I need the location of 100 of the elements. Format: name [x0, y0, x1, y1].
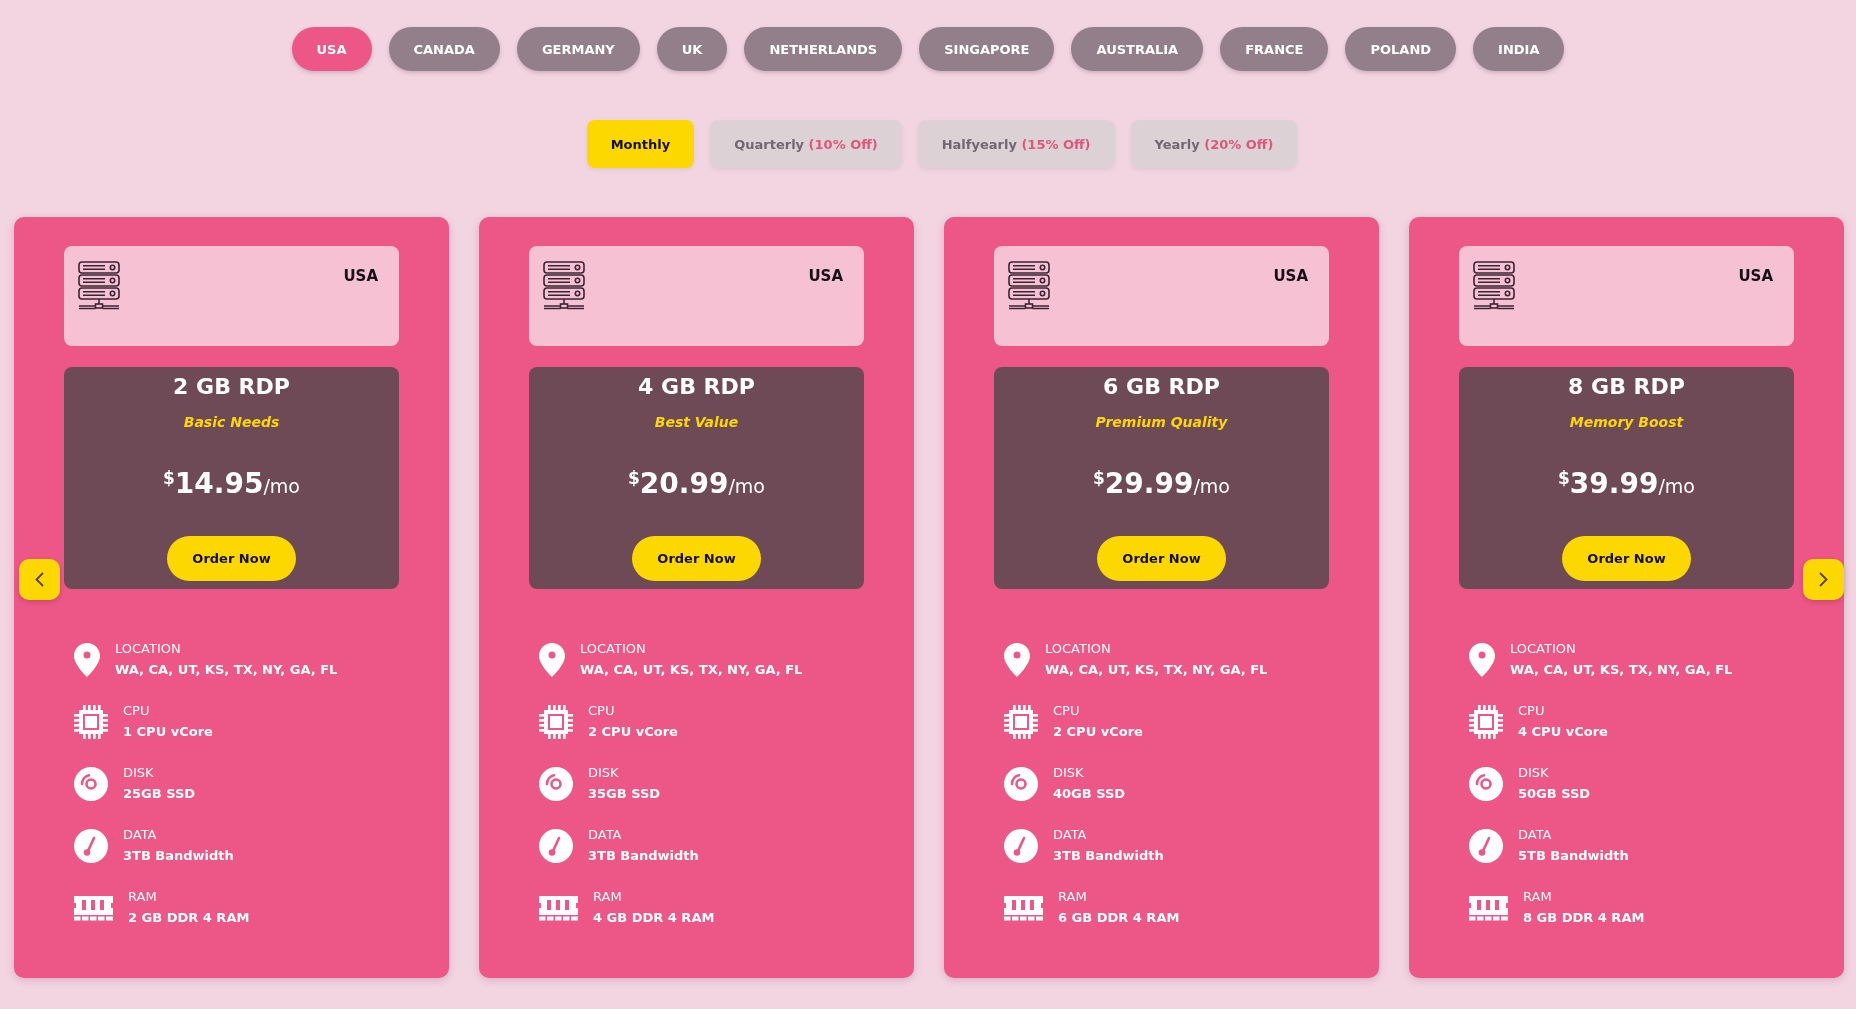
server-rack-icon — [1008, 261, 1050, 311]
spec-value: 35GB SSD — [588, 785, 661, 803]
spec-label: LOCATION — [115, 640, 182, 658]
plan-name: 8 GB RDP — [1568, 373, 1685, 401]
spec-label: DATA — [588, 826, 623, 844]
billing-period-tab[interactable]: Yearly (20% Off) — [1130, 120, 1298, 168]
spec-label: RAM — [593, 888, 623, 906]
spec-value: 40GB SSD — [1053, 785, 1126, 803]
country-tab[interactable]: FRANCE — [1220, 27, 1329, 71]
spec-value: 2 GB DDR 4 RAM — [128, 909, 250, 927]
plan-country: USA — [343, 267, 378, 285]
order-now-button[interactable]: Order Now — [167, 536, 296, 581]
spec-value: WA, CA, UT, KS, TX, NY, GA, FL — [580, 661, 803, 679]
cpu-chip-icon — [1004, 704, 1038, 739]
plan-name: 2 GB RDP — [173, 373, 290, 401]
country-tab[interactable]: CANADA — [388, 27, 500, 71]
spec-value: 2 CPU vCore — [1053, 723, 1143, 741]
spec-value: WA, CA, UT, KS, TX, NY, GA, FL — [115, 661, 338, 679]
spec-value: WA, CA, UT, KS, TX, NY, GA, FL — [1510, 661, 1733, 679]
spec-label: LOCATION — [1045, 640, 1112, 658]
country-tab[interactable]: USA — [291, 27, 372, 71]
country-tab[interactable]: AUSTRALIA — [1071, 27, 1204, 71]
spec-label: CPU — [1518, 702, 1546, 720]
spec-value: 4 CPU vCore — [1518, 723, 1608, 741]
country-tab[interactable]: GERMANY — [516, 27, 640, 71]
plan-tagline: Memory Boost — [1569, 413, 1684, 432]
spec-value: 6 GB DDR 4 RAM — [1058, 909, 1180, 927]
order-now-button[interactable]: Order Now — [1097, 536, 1226, 581]
cpu-chip-icon — [1469, 704, 1503, 739]
spec-label: DISK — [1053, 764, 1085, 782]
server-rack-icon — [78, 261, 120, 311]
spec-value: 1 CPU vCore — [123, 723, 213, 741]
spec-label: CPU — [1053, 702, 1081, 720]
spec-label: CPU — [123, 702, 151, 720]
spec-value: WA, CA, UT, KS, TX, NY, GA, FL — [1045, 661, 1268, 679]
plan-price: $^{$}$14.95/mo — [163, 466, 300, 502]
country-tab[interactable]: NETHERLANDS — [744, 27, 903, 71]
plan-tagline: Premium Quality — [1095, 413, 1228, 432]
spec-label: DATA — [1053, 826, 1088, 844]
next-button[interactable] — [1803, 559, 1844, 600]
spec-value: 2 CPU vCore — [588, 723, 678, 741]
spec-label: DISK — [123, 764, 155, 782]
spec-label: RAM — [1523, 888, 1553, 906]
spec-label: CPU — [588, 702, 616, 720]
plan-country: USA — [808, 267, 843, 285]
server-rack-icon — [543, 261, 585, 311]
plan-country: USA — [1273, 267, 1308, 285]
spec-value: 25GB SSD — [123, 785, 196, 803]
memory-module-icon — [1469, 894, 1508, 921]
billing-period-tab[interactable]: Halfyearly (15% Off) — [917, 120, 1115, 168]
server-rack-icon — [1473, 261, 1515, 311]
disc-icon — [539, 766, 573, 801]
spec-label: LOCATION — [580, 640, 647, 658]
plan-country: USA — [1738, 267, 1773, 285]
disc-icon — [1469, 766, 1503, 801]
spec-value: 5TB Bandwidth — [1518, 847, 1629, 865]
plan-name: 6 GB RDP — [1103, 373, 1220, 401]
country-tab[interactable]: INDIA — [1473, 27, 1565, 71]
gauge-icon — [539, 828, 573, 863]
spec-value: 3TB Bandwidth — [1053, 847, 1164, 865]
spec-value: 50GB SSD — [1518, 785, 1591, 803]
map-pin-icon — [1004, 642, 1030, 677]
country-tab[interactable]: POLAND — [1345, 27, 1457, 71]
previous-button[interactable] — [19, 559, 60, 600]
plan-price: $^{$}$20.99/mo — [628, 466, 765, 502]
gauge-icon — [74, 828, 108, 863]
gauge-icon — [1004, 828, 1038, 863]
gauge-icon — [1469, 828, 1503, 863]
spec-label: DISK — [588, 764, 620, 782]
memory-module-icon — [1004, 894, 1043, 921]
spec-label: DISK — [1518, 764, 1550, 782]
spec-value: 3TB Bandwidth — [123, 847, 234, 865]
map-pin-icon — [539, 642, 565, 677]
spec-label: RAM — [128, 888, 158, 906]
billing-period-tab[interactable]: Monthly — [586, 120, 695, 168]
spec-label: DATA — [123, 826, 158, 844]
memory-module-icon — [74, 894, 113, 921]
disc-icon — [1004, 766, 1038, 801]
country-tab[interactable]: UK — [656, 27, 728, 71]
chevron-right-icon — [1819, 572, 1828, 587]
spec-label: LOCATION — [1510, 640, 1577, 658]
map-pin-icon — [74, 642, 100, 677]
billing-period-tab[interactable]: Quarterly (10% Off) — [710, 120, 902, 168]
spec-value: 4 GB DDR 4 RAM — [593, 909, 715, 927]
cpu-chip-icon — [539, 704, 573, 739]
plan-tagline: Basic Needs — [183, 413, 280, 432]
order-now-button[interactable]: Order Now — [1562, 536, 1691, 581]
plan-name: 4 GB RDP — [638, 373, 755, 401]
memory-module-icon — [539, 894, 578, 921]
spec-label: DATA — [1518, 826, 1553, 844]
spec-value: 8 GB DDR 4 RAM — [1523, 909, 1645, 927]
map-pin-icon — [1469, 642, 1495, 677]
plan-price: $^{$}$39.99/mo — [1558, 466, 1695, 502]
plan-price: $^{$}$29.99/mo — [1093, 466, 1230, 502]
disc-icon — [74, 766, 108, 801]
plan-tagline: Best Value — [654, 413, 739, 432]
order-now-button[interactable]: Order Now — [632, 536, 761, 581]
cpu-chip-icon — [74, 704, 108, 739]
country-tab[interactable]: SINGAPORE — [919, 27, 1055, 71]
spec-label: RAM — [1058, 888, 1088, 906]
